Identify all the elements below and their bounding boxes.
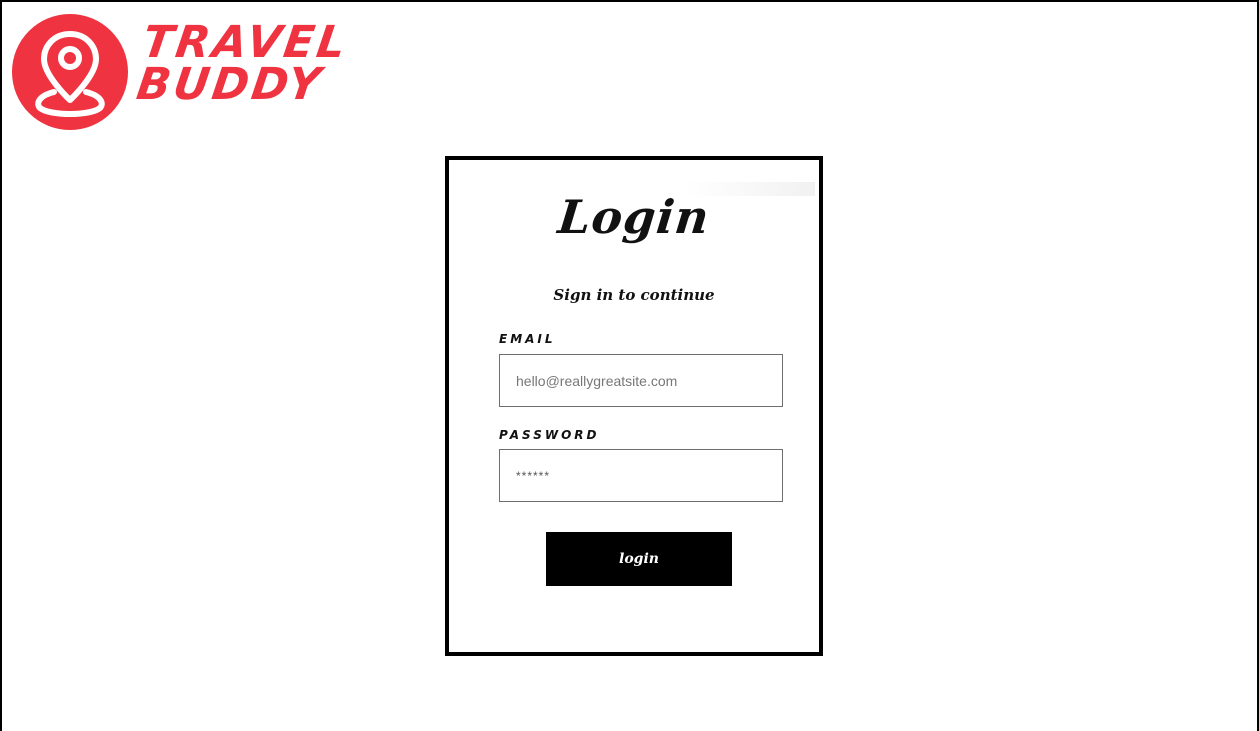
brand-line-2: BUDDY (133, 59, 327, 110)
email-label: EMAIL (499, 332, 556, 346)
login-title: Login (555, 190, 713, 244)
map-pin-icon (12, 14, 128, 130)
brand-logo[interactable]: TRAVEL BUDDY (10, 12, 352, 132)
brand-line-1: TRAVEL (139, 17, 352, 68)
password-label: PASSWORD (499, 428, 600, 442)
login-subtitle: Sign in to continue (553, 286, 715, 304)
login-card: Login Sign in to continue EMAIL PASSWORD… (445, 156, 823, 656)
page-frame: TRAVEL BUDDY Login Sign in to continue E… (0, 0, 1259, 731)
login-button[interactable]: login (546, 532, 732, 586)
password-field[interactable] (499, 449, 783, 502)
brand-name: TRAVEL BUDDY (133, 17, 352, 110)
email-field[interactable] (499, 354, 783, 407)
